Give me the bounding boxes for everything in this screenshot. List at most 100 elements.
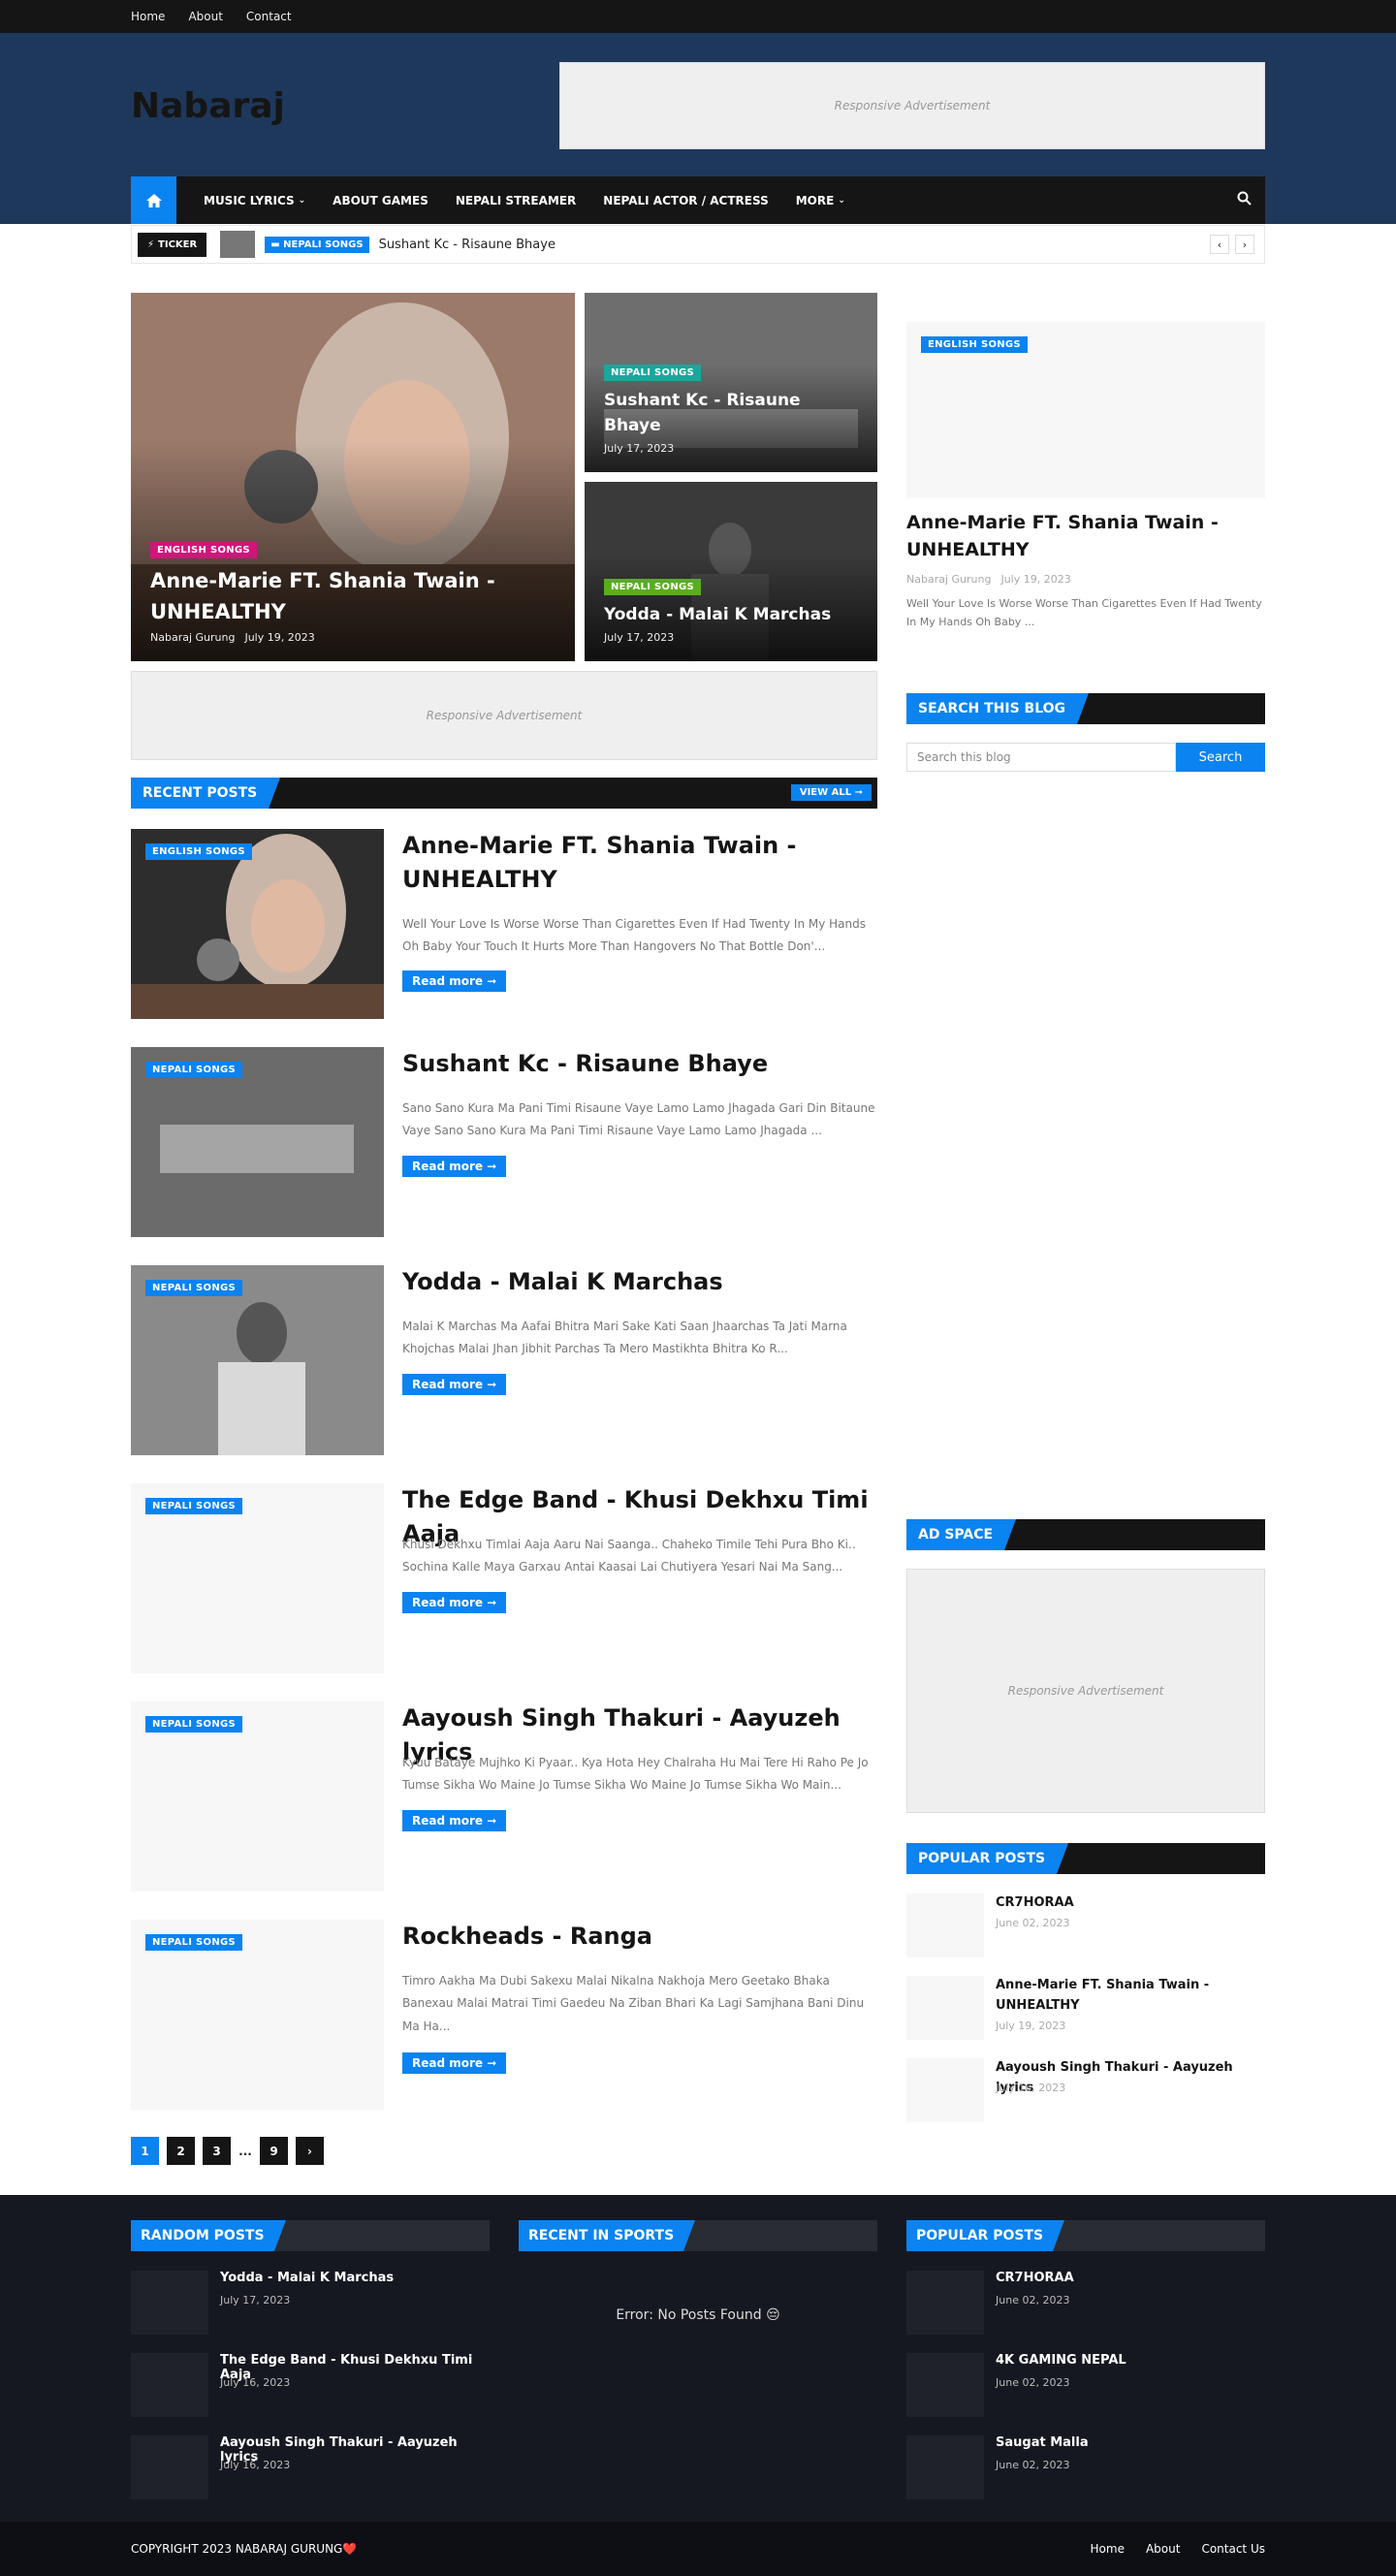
site-logo[interactable]: Nabaraj xyxy=(131,86,285,126)
ticker-thumbnail[interactable] xyxy=(220,231,256,258)
next-arrow-icon[interactable]: › xyxy=(1235,235,1254,254)
post-thumbnail[interactable]: NEPALI SONGS xyxy=(131,1047,384,1237)
read-more-button[interactable]: Read more ➞ xyxy=(402,1592,507,1613)
post-thumbnail[interactable] xyxy=(906,1976,984,2040)
post-thumbnail[interactable] xyxy=(131,2435,208,2499)
nav-music-lyrics[interactable]: MUSIC LYRICS ⌄ xyxy=(204,194,305,207)
page-1[interactable]: 1 xyxy=(131,2137,159,2165)
post-thumbnail[interactable] xyxy=(906,2353,984,2417)
footer-link-contact[interactable]: Contact Us xyxy=(1201,2542,1265,2556)
page-2[interactable]: 2 xyxy=(167,2137,195,2165)
featured-title[interactable]: Anne-Marie FT. Shania Twain - UNHEALTHY xyxy=(150,566,555,627)
category-badge[interactable]: NEPALI SONGS xyxy=(145,1716,243,1733)
ticker-title[interactable]: Sushant Kc - Risaune Bhaye xyxy=(379,238,555,252)
recent-posts-header: RECENT POSTS VIEW ALL ➞ xyxy=(131,778,877,809)
post-title[interactable]: CR7HORAA xyxy=(996,2271,1074,2285)
view-all-button[interactable]: VIEW ALL ➞ xyxy=(790,784,872,801)
popular-item[interactable]: CR7HORAA June 02, 2023 xyxy=(906,1893,1265,1957)
featured-side-2[interactable]: NEPALI SONGS Yodda - Malai K Marchas Jul… xyxy=(585,482,877,661)
page-3[interactable]: 3 xyxy=(203,2137,231,2165)
footer-popular-item[interactable]: CR7HORAA June 02, 2023 xyxy=(906,2271,1265,2335)
read-more-button[interactable]: Read more ➞ xyxy=(402,1156,507,1177)
read-more-button[interactable]: Read more ➞ xyxy=(402,2052,507,2074)
list-item: NEPALI SONGS Aayoush Singh Thakuri - Aay… xyxy=(131,1701,877,1892)
post-thumbnail[interactable] xyxy=(906,2271,984,2335)
search-input[interactable]: Search this blog xyxy=(906,743,1176,772)
search-button[interactable]: Search xyxy=(1176,743,1265,772)
list-item: NEPALI SONGS The Edge Band - Khusi Dekhx… xyxy=(131,1483,877,1673)
read-more-label: Read more xyxy=(412,1160,484,1173)
nav-nepali-actor[interactable]: NEPALI ACTOR / ACTRESS xyxy=(603,194,768,207)
post-title[interactable]: Anne-Marie FT. Shania Twain - UNHEALTHY xyxy=(996,1976,1262,2017)
category-badge[interactable]: NEPALI SONGS xyxy=(145,1934,243,1951)
post-thumbnail[interactable] xyxy=(131,2353,208,2417)
post-title[interactable]: Saugat Malla xyxy=(996,2435,1089,2450)
category-badge[interactable]: NEPALI SONGS xyxy=(145,1280,243,1296)
ticker-category[interactable]: ▬ NEPALI SONGS xyxy=(265,236,369,253)
post-thumbnail[interactable] xyxy=(906,2058,984,2122)
featured-title[interactable]: Sushant Kc - Risaune Bhaye xyxy=(604,389,858,438)
post-title[interactable]: CR7HORAA xyxy=(996,1893,1262,1914)
post-title[interactable]: Anne-Marie FT. Shania Twain - UNHEALTHY xyxy=(906,510,1265,563)
page-9[interactable]: 9 xyxy=(260,2137,288,2165)
home-button[interactable] xyxy=(131,176,176,224)
post-title[interactable]: Sushant Kc - Risaune Bhaye xyxy=(402,1047,877,1081)
top-link-about[interactable]: About xyxy=(188,10,222,23)
popular-item[interactable]: Aayoush Singh Thakuri - Aayuzeh lyrics J… xyxy=(906,2058,1265,2122)
read-more-button[interactable]: Read more ➞ xyxy=(402,1810,507,1831)
footer-link-about[interactable]: About xyxy=(1146,2542,1180,2556)
post-title[interactable]: 4K GAMING NEPAL xyxy=(996,2353,1126,2368)
category-badge[interactable]: NEPALI SONGS xyxy=(145,1062,243,1078)
nav-about-games[interactable]: ABOUT GAMES xyxy=(333,194,428,207)
random-post-item[interactable]: Aayoush Singh Thakuri - Aayuzeh lyrics J… xyxy=(131,2435,490,2499)
post-thumbnail[interactable]: NEPALI SONGS xyxy=(131,1920,384,2110)
popular-item[interactable]: Anne-Marie FT. Shania Twain - UNHEALTHY … xyxy=(906,1976,1265,2040)
read-more-button[interactable]: Read more ➞ xyxy=(402,970,507,992)
post-thumbnail[interactable] xyxy=(906,2435,984,2499)
post-title[interactable]: Rockheads - Ranga xyxy=(402,1920,877,1954)
category-badge[interactable]: NEPALI SONGS xyxy=(604,578,702,595)
post-thumbnail[interactable] xyxy=(906,1893,984,1957)
top-link-home[interactable]: Home xyxy=(131,10,165,23)
footer-popular-title: POPULAR POSTS xyxy=(906,2220,1065,2251)
read-more-button[interactable]: Read more ➞ xyxy=(402,1374,507,1395)
post-meta: Nabaraj Gurung July 19, 2023 xyxy=(150,631,555,644)
top-link-contact[interactable]: Contact xyxy=(246,10,292,23)
post-title[interactable]: Yodda - Malai K Marchas xyxy=(220,2271,394,2285)
home-icon xyxy=(145,193,162,207)
nav-nepali-streamer[interactable]: NEPALI STREAMER xyxy=(456,194,576,207)
featured-title[interactable]: Yodda - Malai K Marchas xyxy=(604,603,858,628)
random-post-item[interactable]: Yodda - Malai K Marchas July 17, 2023 xyxy=(131,2271,490,2335)
category-badge[interactable]: NEPALI SONGS xyxy=(604,365,702,381)
category-badge[interactable]: ENGLISH SONGS xyxy=(145,843,252,860)
post-thumbnail[interactable] xyxy=(131,2271,208,2335)
prev-arrow-icon[interactable]: ‹ xyxy=(1210,235,1229,254)
footer-link-home[interactable]: Home xyxy=(1091,2542,1125,2556)
folder-icon: ▬ xyxy=(270,239,284,250)
post-excerpt: Well Your Love Is Worse Worse Than Cigar… xyxy=(402,917,866,954)
featured-main[interactable]: ENGLISH SONGS Anne-Marie FT. Shania Twai… xyxy=(131,293,575,661)
nav-more[interactable]: MORE ⌄ xyxy=(796,194,845,207)
next-page-icon[interactable]: › xyxy=(296,2137,324,2165)
ticker-label: ⚡ TICKER xyxy=(138,232,207,257)
post-thumbnail[interactable]: NEPALI SONGS xyxy=(131,1265,384,1455)
date: June 02, 2023 xyxy=(996,2459,1070,2471)
post-thumbnail[interactable]: NEPALI SONGS xyxy=(131,1483,384,1673)
featured-side-1[interactable]: NEPALI SONGS Sushant Kc - Risaune Bhaye … xyxy=(585,293,877,472)
category-badge[interactable]: ENGLISH SONGS xyxy=(150,542,257,558)
search-icon[interactable] xyxy=(1237,191,1252,209)
footer-popular-item[interactable]: 4K GAMING NEPAL June 02, 2023 xyxy=(906,2353,1265,2417)
sports-error-message: Error: No Posts Found 😔 xyxy=(616,2307,780,2323)
post-excerpt: Sano Sano Kura Ma Pani Timi Risaune Vaye… xyxy=(402,1101,875,1138)
post-thumbnail[interactable]: ENGLISH SONGS xyxy=(906,322,1265,498)
random-post-item[interactable]: The Edge Band - Khusi Dekhxu Timi Aaja J… xyxy=(131,2353,490,2417)
post-thumbnail[interactable]: ENGLISH SONGS xyxy=(131,829,384,1019)
post-title[interactable]: Anne-Marie FT. Shania Twain - UNHEALTHY xyxy=(402,829,877,897)
post-thumbnail[interactable]: NEPALI SONGS xyxy=(131,1701,384,1892)
read-more-label: Read more xyxy=(412,1378,484,1391)
category-badge[interactable]: ENGLISH SONGS xyxy=(921,336,1028,353)
category-badge[interactable]: NEPALI SONGS xyxy=(145,1498,243,1514)
random-posts-title: RANDOM POSTS xyxy=(131,2220,286,2251)
footer-popular-item[interactable]: Saugat Malla June 02, 2023 xyxy=(906,2435,1265,2499)
post-title[interactable]: Yodda - Malai K Marchas xyxy=(402,1265,877,1299)
